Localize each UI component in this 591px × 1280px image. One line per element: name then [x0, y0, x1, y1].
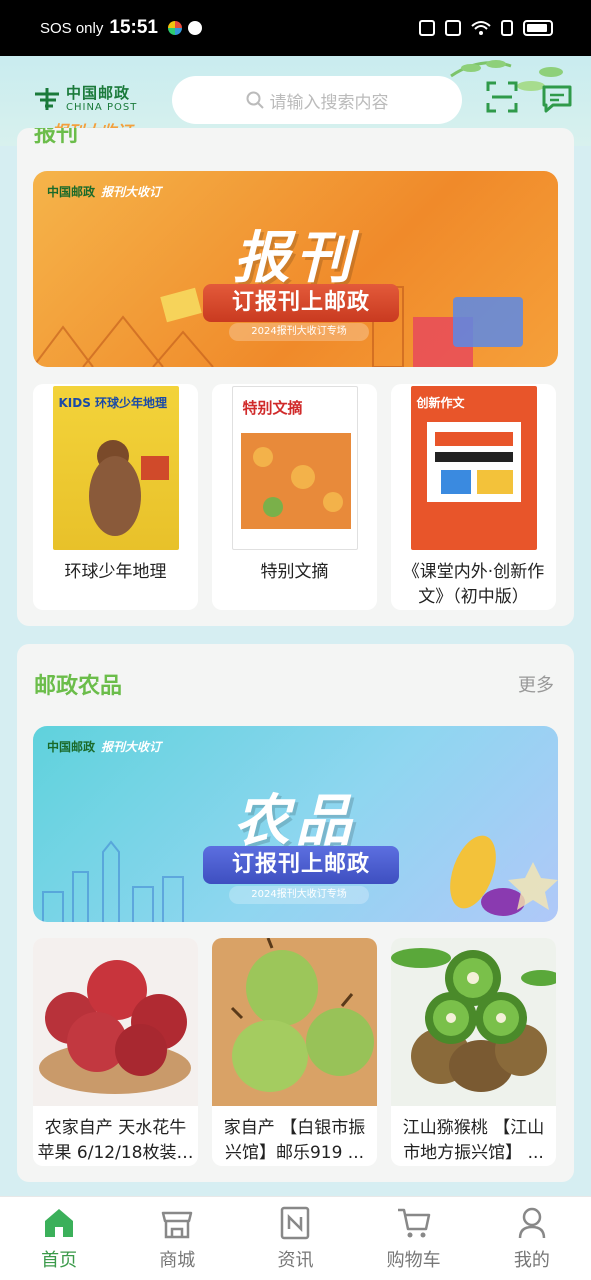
banner-headline: 报刊	[233, 226, 358, 291]
magazine-cover-icon: 创新作文	[410, 386, 537, 550]
apple-image-icon	[33, 938, 198, 1106]
search-placeholder: 请输入搜索内容	[269, 92, 389, 113]
banner-campaign-text: 报刊大收订	[101, 185, 162, 199]
product-image: 创新作文	[391, 384, 556, 552]
section-title: 邮政农品	[34, 674, 123, 699]
product-card[interactable]: 江山猕猴桃 【江山市地方振兴馆】 ...	[391, 938, 556, 1166]
sim-alert-icon	[501, 20, 513, 36]
product-card[interactable]: 特别文摘 特别文摘	[212, 384, 377, 610]
product-image: KIDS 环球少年地理	[33, 384, 198, 552]
product-card[interactable]: 创新作文 《课堂内外·创新作文》（初中版）	[391, 384, 556, 610]
agri-banner[interactable]: 中国邮政 报刊大收订 农品 订报刊上邮政 2024报刊大收订专场	[33, 726, 558, 922]
tab-label: 我的	[513, 1250, 550, 1271]
banner-slogan: 订报刊上邮政	[203, 846, 399, 884]
nfc-icon	[419, 20, 435, 36]
magazine-cover-icon: KIDS 环球少年地理	[52, 386, 179, 550]
banner-logo-text: 中国邮政	[47, 185, 96, 199]
tab-cart[interactable]: 购物车	[369, 1205, 459, 1272]
app-notification-icon	[167, 21, 182, 35]
agri-product-list: 农家自产 天水花牛苹果 6/12/18枚装新鲜水果 家自产 【白银市振兴馆】邮乐…	[33, 938, 558, 1166]
tab-news[interactable]: 资讯	[250, 1205, 340, 1272]
product-image: 特别文摘	[212, 384, 377, 552]
scan-icon[interactable]	[486, 81, 518, 113]
tab-label: 购物车	[386, 1250, 441, 1271]
banner-subtitle: 2024报刊大收订专场	[229, 886, 369, 904]
chat-notification-icon	[187, 21, 202, 35]
product-name: 《课堂内外·创新作文》（初中版）	[402, 562, 545, 607]
banner-slogan: 订报刊上邮政	[203, 284, 399, 322]
tab-home[interactable]: 首页	[14, 1205, 104, 1272]
tab-profile[interactable]: 我的	[487, 1205, 577, 1272]
more-link[interactable]: 更多	[518, 671, 554, 697]
banner-headline: 农品	[233, 789, 358, 854]
product-name: 家自产 【白银市振兴馆】邮乐919 ...	[223, 1118, 366, 1163]
product-card[interactable]: 农家自产 天水花牛苹果 6/12/18枚装新鲜水果	[33, 938, 198, 1166]
tab-label: 资讯	[277, 1250, 314, 1271]
banner-subtitle: 2024报刊大收订专场	[229, 323, 369, 341]
tab-label: 首页	[41, 1250, 78, 1271]
carrier-text: SOS only	[40, 19, 104, 37]
status-bar: SOS only 15:51	[0, 0, 591, 56]
china-post-logo: 中国邮政 CHINA POST	[32, 84, 137, 114]
periodicals-banner[interactable]: 中国邮政 报刊大收订 报刊 订报刊上邮政 2024报刊大收订专场	[33, 171, 558, 367]
search-icon	[246, 91, 264, 109]
product-name: 农家自产 天水花牛苹果 6/12/18枚装新鲜水果	[37, 1118, 194, 1163]
home-icon	[45, 1209, 74, 1237]
product-card[interactable]: 家自产 【白银市振兴馆】邮乐919 ...	[212, 938, 377, 1166]
periodicals-section: 报刊 中国邮政 报刊大收订 报刊 订报刊上邮政 2024报刊大收订专场 KIDS…	[17, 128, 574, 626]
banner-logo-text: 中国邮政	[47, 740, 96, 754]
china-post-mark-icon	[35, 88, 59, 110]
product-name: 特别文摘	[260, 562, 329, 582]
logo-en-text: CHINA POST	[66, 101, 138, 113]
product-image	[212, 938, 377, 1106]
product-image	[33, 938, 198, 1106]
tab-store[interactable]: 商城	[132, 1205, 222, 1272]
bottom-tab-bar: 首页 商城 资讯 购物车 我的	[0, 1196, 591, 1280]
magazine-cover-icon: 特别文摘	[231, 386, 358, 550]
message-icon[interactable]	[541, 84, 573, 114]
news-icon	[281, 1206, 310, 1240]
notification-icons	[167, 21, 202, 35]
pear-image-icon	[212, 938, 377, 1106]
product-image	[391, 938, 556, 1106]
store-icon	[162, 1211, 193, 1239]
section-title: 报刊	[34, 128, 79, 147]
product-card[interactable]: KIDS 环球少年地理 环球少年地理	[33, 384, 198, 610]
tab-label: 商城	[159, 1250, 196, 1271]
kiwi-image-icon	[391, 938, 556, 1106]
wifi-icon	[471, 21, 491, 35]
search-bar[interactable]: 请输入搜索内容	[172, 76, 462, 124]
logo-cn-text: 中国邮政	[66, 83, 131, 102]
cart-icon	[397, 1208, 430, 1238]
battery-icon	[523, 20, 553, 36]
agri-products-section: 邮政农品 更多 中国邮政 报刊大收订 农品 订报刊上邮政 2024报刊大收订专场	[17, 644, 574, 1182]
product-name: 环球少年地理	[64, 562, 167, 582]
periodicals-product-list: KIDS 环球少年地理 环球少年地理 特别文摘 特别文摘 创新作文 《课堂内外·…	[33, 384, 558, 610]
banner-campaign-text: 报刊大收订	[101, 740, 162, 754]
product-name: 江山猕猴桃 【江山市地方振兴馆】 ...	[402, 1118, 545, 1163]
profile-icon	[518, 1207, 546, 1239]
vibrate-icon	[445, 20, 461, 36]
clock: 15:51	[109, 17, 158, 38]
